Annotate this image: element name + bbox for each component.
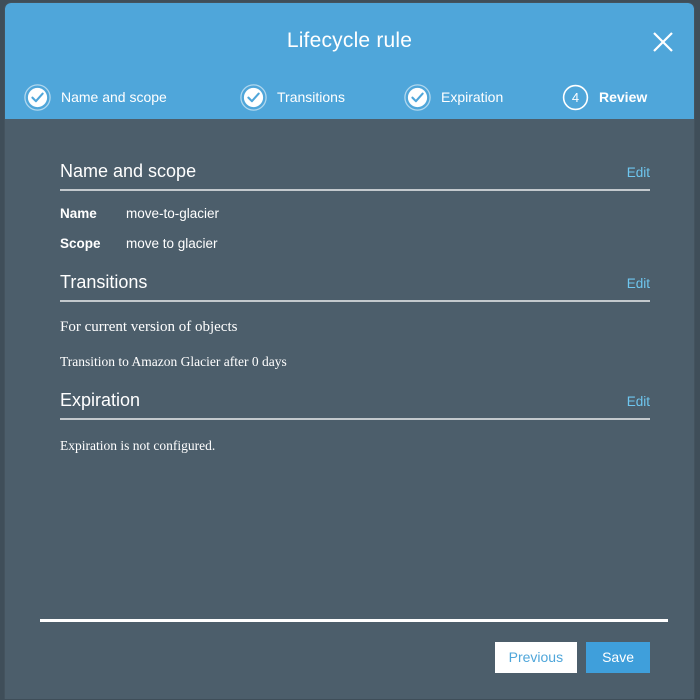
previous-button[interactable]: Previous (494, 642, 578, 673)
detail-value: move to glacier (126, 236, 218, 251)
number-circle-icon: 4 (562, 84, 589, 111)
step-transitions[interactable]: Transitions (240, 81, 345, 113)
detail-row-name: Name move-to-glacier (60, 206, 650, 221)
check-circle-icon (404, 83, 431, 111)
footer-divider (40, 619, 668, 622)
section-transitions: Transitions Edit For current version of … (60, 272, 650, 370)
section-title: Transitions (60, 272, 148, 292)
page-title: Lifecycle rule (286, 29, 413, 52)
edit-name-and-scope-link[interactable]: Edit (627, 165, 650, 180)
section-title: Expiration (60, 390, 141, 410)
transitions-scope-text: For current version of objects (60, 319, 238, 335)
section-header: Name and scope Edit (60, 161, 650, 191)
footer-actions: Previous Save (494, 642, 650, 673)
step-review[interactable]: 4 Review (562, 81, 647, 113)
section-header: Expiration Edit (60, 390, 650, 420)
step-label: Review (599, 89, 648, 105)
check-circle-icon (24, 83, 51, 111)
step-expiration[interactable]: Expiration (404, 81, 503, 113)
detail-key: Scope (60, 236, 101, 251)
step-indicator: Name and scope Transitions Expiration 4 … (5, 81, 694, 113)
section-name-and-scope: Name and scope Edit Name move-to-glacier… (60, 161, 650, 251)
svg-text:4: 4 (572, 90, 579, 105)
detail-row-scope: Scope move to glacier (60, 236, 650, 251)
modal-header: Lifecycle rule Name and scope Transition… (5, 3, 694, 119)
lifecycle-rule-modal: Lifecycle rule Name and scope Transition… (4, 2, 695, 699)
step-label: Name and scope (61, 89, 167, 105)
transitions-detail-text: Transition to Amazon Glacier after 0 day… (60, 354, 287, 369)
detail-key: Name (60, 206, 97, 221)
step-label: Transitions (277, 89, 345, 105)
step-name-and-scope[interactable]: Name and scope (24, 81, 167, 113)
modal-body: Name and scope Edit Name move-to-glacier… (5, 119, 694, 699)
section-title: Name and scope (60, 161, 197, 181)
detail-value: move-to-glacier (126, 206, 220, 221)
close-icon (650, 29, 676, 55)
step-label: Expiration (441, 89, 504, 105)
edit-expiration-link[interactable]: Edit (627, 394, 650, 409)
close-button[interactable] (646, 25, 680, 59)
check-circle-icon (240, 83, 267, 111)
expiration-status-text: Expiration is not configured. (60, 438, 216, 453)
section-header: Transitions Edit (60, 272, 650, 302)
edit-transitions-link[interactable]: Edit (627, 276, 650, 291)
save-button[interactable]: Save (586, 642, 650, 673)
section-expiration: Expiration Edit Expiration is not config… (60, 390, 650, 454)
